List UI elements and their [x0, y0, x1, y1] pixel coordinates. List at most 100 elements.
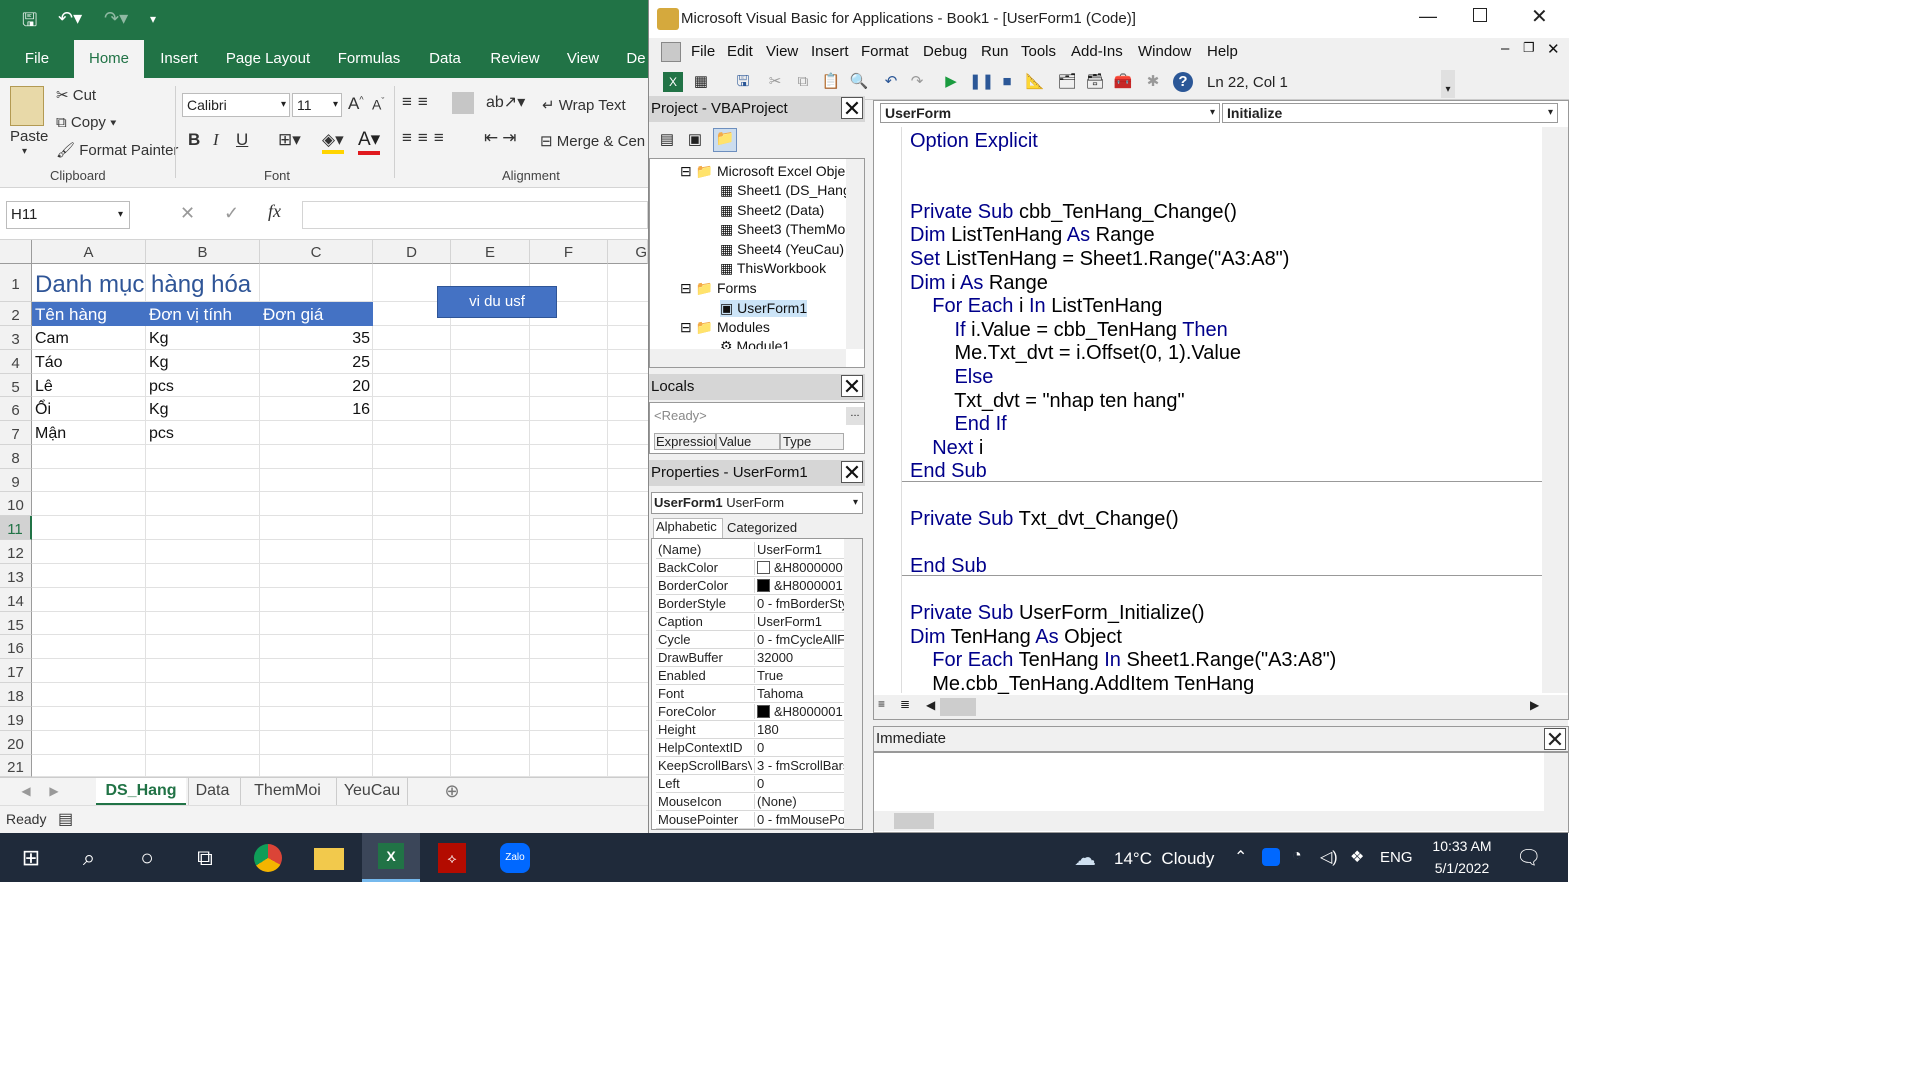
minimize-icon[interactable]: —	[1419, 6, 1437, 27]
row-header[interactable]: 8	[0, 445, 32, 469]
vertical-align-icons[interactable]: ≡≡	[402, 92, 434, 112]
tree-thisworkbook[interactable]: ▦ ThisWorkbook	[720, 260, 826, 277]
procedure-dropdown[interactable]: Initialize ▾	[1222, 103, 1558, 123]
cut-button[interactable]: ✂ Cut	[56, 86, 96, 104]
child-close-icon[interactable]: ✕	[1547, 40, 1560, 58]
format-painter-button[interactable]: 🖌 Format Painter	[56, 141, 178, 159]
row-header[interactable]: 3	[0, 326, 32, 350]
break-icon[interactable]: ❚❚	[969, 72, 994, 92]
row-header[interactable]: 10	[0, 492, 32, 516]
menu-edit[interactable]: Edit	[727, 43, 753, 60]
toolbar-options-icon[interactable]: ▾	[1441, 70, 1455, 98]
sheet-tab-data[interactable]: Data	[188, 778, 236, 806]
table-cell[interactable]: Mận	[32, 422, 146, 445]
code-line[interactable]: Dim ListTenHang As Range	[910, 223, 1155, 247]
row-header[interactable]: 15	[0, 612, 32, 635]
notifications-icon[interactable]: 🗨	[1516, 845, 1541, 870]
project-hscroll[interactable]	[650, 349, 846, 367]
row-header[interactable]: 2	[0, 302, 32, 326]
paste-icon[interactable]: 📋	[821, 72, 841, 92]
paste-button[interactable]: Paste	[10, 128, 48, 145]
property-value[interactable]: UserForm1	[754, 614, 844, 629]
header-don-gia[interactable]: Đơn giá	[260, 303, 326, 326]
paste-icon[interactable]	[10, 86, 44, 126]
insert-userform-icon[interactable]: ▦	[691, 72, 711, 92]
property-row[interactable]: MousePointer 0 - fmMousePo	[656, 811, 844, 829]
property-value[interactable]: 32000	[754, 650, 844, 665]
menu-help[interactable]: Help	[1207, 43, 1238, 60]
zalo-tray-icon[interactable]	[1262, 848, 1280, 866]
project-tree[interactable]: ⊟ 📁 Microsoft Excel Objec ▦ Sheet1 (DS_H…	[649, 158, 865, 368]
worksheet-grid[interactable]: A B C D E F G 1 2 3 4 5 6 7 8 9 10 11 12 13 14 15 16 17 1…	[0, 240, 648, 777]
code-line[interactable]: Me.Txt_dvt = i.Offset(0, 1).Value	[910, 341, 1241, 365]
code-line[interactable]: End If	[910, 412, 1006, 436]
italic-button[interactable]: I	[213, 130, 219, 150]
property-row[interactable]: MouseIcon (None)	[656, 793, 844, 811]
undo-icon[interactable]: ↶	[881, 72, 901, 92]
row-header[interactable]: 4	[0, 350, 32, 374]
locals-col-expression[interactable]: Expression	[654, 433, 716, 450]
table-cell[interactable]: 20	[260, 375, 373, 398]
cut-icon[interactable]: ✂	[765, 72, 785, 92]
table-cell[interactable]: Cam	[32, 327, 146, 350]
property-row[interactable]: HelpContextID 0	[656, 739, 844, 757]
run-icon[interactable]: ▶	[941, 72, 961, 92]
properties-window-icon[interactable]: 🗃	[1085, 72, 1105, 92]
property-value[interactable]: 0 - fmBorderSty	[754, 596, 844, 611]
bold-button[interactable]: B	[188, 130, 200, 150]
code-line[interactable]: Next i	[910, 436, 983, 460]
property-row[interactable]: BorderStyle 0 - fmBorderSty	[656, 595, 844, 613]
code-line[interactable]: For Each i In ListTenHang	[910, 294, 1162, 318]
table-cell[interactable]: Kg	[146, 351, 260, 374]
property-value[interactable]: 180	[754, 722, 844, 737]
properties-object-select[interactable]: UserForm1 UserForm ▾	[651, 492, 863, 514]
immediate-hscroll-thumb[interactable]	[894, 813, 934, 829]
tab-view[interactable]: View	[560, 40, 606, 78]
row-header[interactable]: 21	[0, 755, 32, 777]
toggle-folders-icon[interactable]: 📁	[713, 128, 737, 152]
code-line[interactable]: Private Sub Txt_dvt_Change()	[910, 507, 1179, 531]
acrobat-icon[interactable]: ⟡	[438, 843, 466, 873]
dropbox-icon[interactable]: ❖	[1350, 847, 1364, 867]
object-browser-icon[interactable]: 🧰	[1113, 72, 1133, 92]
table-cell[interactable]: Lê	[32, 375, 146, 398]
scroll-left-icon[interactable]: ◀	[926, 698, 935, 712]
wrap-text-button[interactable]: ↵ Wrap Text	[542, 96, 626, 114]
close-properties-icon[interactable]: ✕	[841, 461, 863, 484]
font-size-select[interactable]: 11 ▾	[292, 93, 342, 117]
formula-input[interactable]	[302, 201, 648, 229]
underline-button[interactable]: U	[236, 130, 248, 150]
property-value[interactable]: 0 - fmCycleAllF	[754, 632, 844, 647]
tree-sheet1[interactable]: ▦ Sheet1 (DS_Hang	[720, 182, 851, 199]
code-line[interactable]: Set ListTenHang = Sheet1.Range("A3:A8")	[910, 247, 1289, 271]
property-row[interactable]: Font Tahoma	[656, 685, 844, 703]
view-excel-icon[interactable]: X	[663, 72, 683, 92]
tab-formulas[interactable]: Formulas	[330, 40, 408, 78]
close-icon[interactable]: ✕	[1531, 4, 1548, 29]
object-dropdown[interactable]: UserForm ▾	[880, 103, 1220, 123]
table-cell[interactable]: Kg	[146, 327, 260, 350]
code-line[interactable]: Txt_dvt = "nhap ten hang"	[910, 389, 1184, 413]
font-name-select[interactable]: Calibri ▾	[182, 93, 290, 117]
code-line[interactable]: Dim TenHang As Object	[910, 625, 1122, 649]
menu-format[interactable]: Format	[861, 43, 909, 60]
tab-review[interactable]: Review	[484, 40, 546, 78]
table-cell[interactable]: pcs	[146, 375, 260, 398]
menu-tools[interactable]: Tools	[1021, 43, 1056, 60]
macro-record-icon[interactable]: ▤	[58, 809, 73, 829]
property-row[interactable]: Left 0	[656, 775, 844, 793]
menu-file[interactable]: File	[691, 43, 715, 60]
tab-data[interactable]: Data	[422, 40, 468, 78]
tree-folder-forms[interactable]: ⊟ 📁 Forms	[680, 280, 757, 297]
property-row[interactable]: (Name) UserForm1	[656, 541, 844, 559]
property-value[interactable]: (None)	[754, 794, 844, 809]
row-header[interactable]: 20	[0, 731, 32, 755]
row-header[interactable]: 14	[0, 588, 32, 612]
increase-font-icon[interactable]: A^	[348, 94, 364, 114]
font-color-icon[interactable]: A▾	[358, 128, 381, 155]
row-header[interactable]: 18	[0, 683, 32, 707]
property-value[interactable]: Tahoma	[754, 686, 844, 701]
immediate-hscroll[interactable]	[874, 811, 1568, 831]
paste-dropdown-icon[interactable]: ▾	[22, 146, 27, 157]
menu-add-ins[interactable]: Add-Ins	[1071, 43, 1123, 60]
